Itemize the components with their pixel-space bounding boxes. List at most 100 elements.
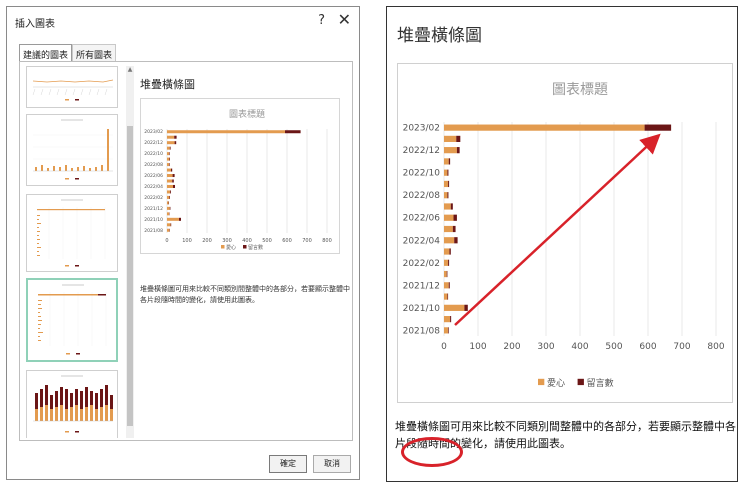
chart-description: 堆疊橫條圖可用來比較不同類別間整體中的各部分，若要顯示整體中各片段隨時間的變化，… [140, 285, 350, 304]
dialog-titlebar: 插入圖表 ? ✕ [7, 7, 359, 37]
bar-segment-愛心 [167, 146, 170, 150]
x-tick-label: 800 [322, 238, 332, 244]
thumb-column-segment [40, 389, 43, 407]
bar-segment-留言數 [179, 217, 181, 221]
thumb-column-segment [95, 393, 98, 409]
scrollbar-thumb[interactable] [127, 126, 133, 426]
bar-segment-愛心 [167, 174, 173, 178]
bar-segment-愛心 [167, 195, 170, 199]
bar-segment-愛心 [167, 201, 169, 205]
thumbnail-stacked-column-chart[interactable] [26, 370, 118, 438]
bar-segment-愛心 [167, 168, 171, 172]
thumbnail-column-graphic [33, 119, 113, 180]
bar-segment-愛心 [167, 184, 173, 188]
thumb-column-segment [70, 407, 73, 421]
thumbnail-clustered-bar-chart[interactable] [26, 194, 118, 272]
chart-thumbnail-list [26, 66, 124, 438]
thumb-column-segment [65, 389, 68, 409]
y-category-label: 2022/04 [144, 184, 163, 190]
bar-segment-留言數 [169, 163, 170, 167]
thumb-column-segment [100, 407, 103, 421]
bar-segment-愛心 [167, 212, 169, 216]
bar-segment-留言數 [170, 190, 171, 194]
thumb-column-segment [80, 391, 83, 409]
thumb-column-segment [95, 409, 98, 421]
bar-segment-留言數 [169, 206, 171, 210]
x-tick-label: 100 [182, 238, 192, 244]
bar-segment-愛心 [167, 152, 169, 156]
thumb-column-segment [45, 385, 48, 405]
y-category-label: 2022/08 [144, 162, 163, 168]
preview-chart-title: 堆疊橫條圖 [140, 78, 195, 91]
chart-title: 圖表標題 [229, 108, 265, 120]
thumbnail-line-graphic [32, 79, 114, 101]
annotated-zoom-panel: 堆疊橫條圖 圖表標題 0 100 200 300 400 500 600 700 800 2021/… [386, 6, 738, 482]
annotation-arrow [454, 133, 661, 326]
thumbnail-clustered-bar-graphic [37, 199, 106, 267]
x-tick-label: 500 [262, 238, 272, 244]
dialog-title: 插入圖表 [15, 19, 55, 30]
bar-segment-留言數 [173, 184, 175, 188]
thumb-column-segment [105, 405, 108, 421]
thumb-column-segment [65, 409, 68, 421]
thumbnail-stacked-bar-graphic [38, 284, 107, 355]
x-tick-label: 200 [202, 238, 212, 244]
thumb-column-segment [90, 405, 93, 421]
thumb-column-segment [50, 409, 53, 421]
thumb-column-segment [85, 387, 88, 407]
thumbnail-column-chart[interactable] [26, 114, 118, 186]
bar-segment-留言數 [174, 141, 177, 145]
bar-segment-愛心 [167, 206, 170, 210]
scroll-up-icon[interactable]: ▲ [126, 66, 134, 74]
bar-segment-留言數 [169, 157, 170, 161]
bar-segment-愛心 [167, 217, 179, 221]
bar-segment-愛心 [167, 130, 285, 134]
y-category-label: 2021/10 [144, 217, 163, 223]
cancel-button[interactable]: 取消 [313, 455, 351, 473]
thumb-column-segment [70, 393, 73, 407]
x-tick-label: 400 [242, 238, 252, 244]
thumb-column-segment [100, 389, 103, 407]
thumbnail-scrollbar[interactable]: ▲ [126, 66, 134, 438]
thumb-column-segment [55, 391, 58, 407]
x-tick-label: 700 [302, 238, 312, 244]
help-button[interactable]: ? [318, 13, 325, 28]
legend-swatch [221, 245, 225, 249]
bar-segment-愛心 [167, 163, 169, 167]
x-tick-label: 600 [282, 238, 292, 244]
bar-segment-留言數 [169, 152, 170, 156]
tab-recommended-charts[interactable]: 建議的圖表 [19, 44, 73, 62]
thumb-column-segment [105, 385, 108, 405]
bar-segment-愛心 [167, 223, 171, 227]
thumb-column-segment [35, 409, 38, 421]
preview-chart-card: 圖表標題 0 100 200 300 400 500 600 700 800 2021/08 2021… [140, 98, 340, 254]
bar-segment-愛心 [167, 228, 170, 232]
bar-segment-愛心 [167, 157, 170, 161]
bar-segment-愛心 [167, 135, 175, 139]
bar-segment-留言數 [172, 179, 174, 183]
y-category-label: 2022/06 [144, 173, 163, 179]
y-category-label: 2022/10 [144, 151, 163, 157]
bar-segment-留言數 [169, 195, 170, 199]
thumb-column-segment [80, 409, 83, 421]
bar-segment-愛心 [167, 141, 175, 145]
thumb-column-segment [110, 409, 113, 421]
ok-button[interactable]: 確定 [269, 455, 307, 473]
thumb-column-segment [45, 405, 48, 421]
thumbnail-stacked-bar-chart[interactable] [26, 278, 118, 362]
bar-segment-留言數 [172, 174, 175, 178]
thumb-column-segment [50, 395, 53, 409]
tab-all-charts[interactable]: 所有圖表 [72, 44, 117, 62]
close-button[interactable]: ✕ [338, 10, 351, 29]
thumbnail-line-chart[interactable] [26, 66, 118, 108]
thumb-column-segment [90, 391, 93, 405]
thumb-column-segment [40, 407, 43, 421]
bar-segment-留言數 [170, 223, 172, 227]
thumb-column-segment [60, 405, 63, 421]
preview-stacked-bar-chart: 圖表標題 0 100 200 300 400 500 600 700 800 2021/08 2021… [144, 108, 332, 251]
legend-swatch [243, 245, 247, 249]
x-tick-label: 0 [165, 238, 168, 244]
thumb-column-segment [85, 407, 88, 421]
thumbnail-stacked-column-graphic [33, 375, 113, 433]
thumb-column-segment [75, 389, 78, 405]
